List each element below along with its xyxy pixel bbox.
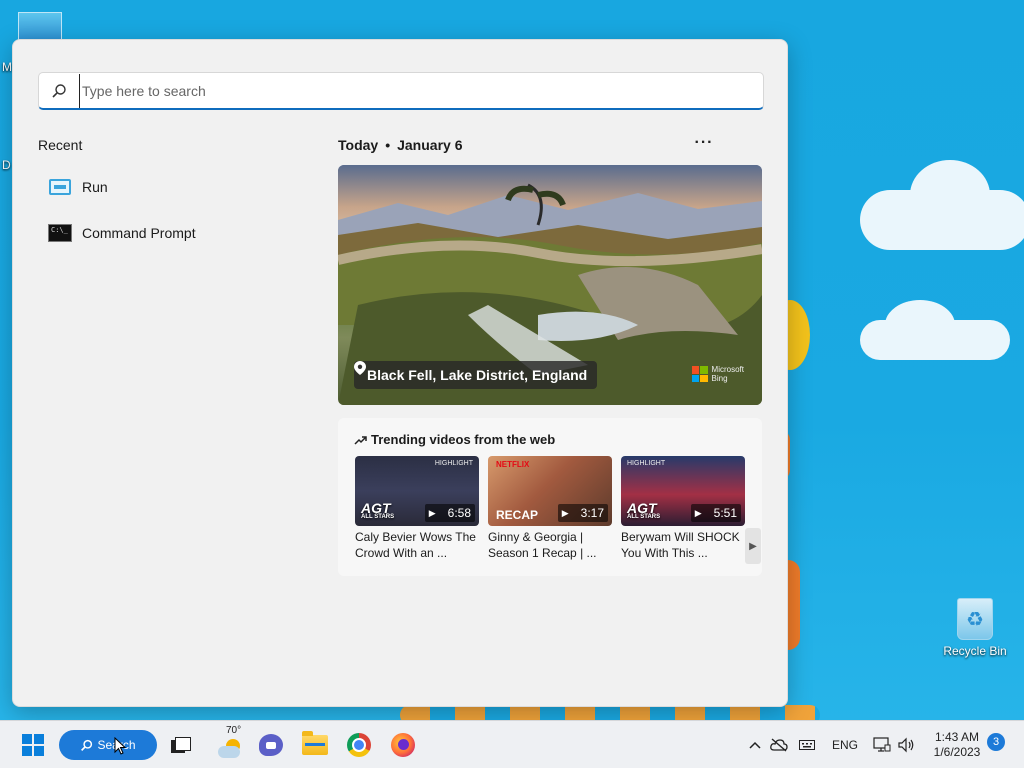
video-caption[interactable]: Berywam Will SHOCK You With This ... [621, 529, 745, 561]
video-thumbnail[interactable]: NETFLIX RECAP ▶ 3:17 [488, 456, 612, 526]
video-caption[interactable]: Ginny & Georgia | Season 1 Recap | ... [488, 529, 612, 561]
network-button[interactable] [870, 725, 894, 765]
video-tag: HIGHLIGHT [434, 460, 473, 467]
recent-item-label: Run [82, 179, 108, 195]
video-tag: HIGHLIGHT [627, 460, 666, 467]
agt-logo: AGT ALL STARS [627, 500, 661, 520]
clock-time: 1:43 AM [934, 730, 980, 744]
search-icon [80, 739, 93, 752]
clock-button[interactable]: 1:43 AM 1/6/2023 [926, 725, 988, 765]
trending-video-item[interactable]: HIGHLIGHT AGT ALL STARS ▶ 5:51 Berywam Wil… [621, 456, 745, 561]
show-hidden-icons-button[interactable] [744, 725, 766, 765]
location-badge[interactable]: Black Fell, Lake District, England [354, 361, 598, 389]
volume-button[interactable] [896, 725, 918, 765]
more-options-button[interactable]: ··· [691, 130, 717, 156]
chat-icon [259, 734, 283, 756]
touch-keyboard-button[interactable] [796, 725, 818, 765]
brand-line: Microsoft [711, 365, 744, 374]
task-view-icon [171, 737, 191, 753]
start-button[interactable] [14, 725, 52, 765]
speaker-icon [898, 737, 914, 753]
recycle-bin-label: Recycle Bin [943, 644, 1007, 658]
partly-cloudy-icon [218, 739, 242, 759]
recent-item-command-prompt[interactable]: C:\_ Command Prompt [38, 213, 298, 253]
search-input[interactable] [79, 73, 763, 108]
folder-icon [302, 731, 328, 755]
search-box[interactable] [38, 72, 764, 110]
chevron-up-icon [749, 741, 761, 749]
onedrive-tray-button[interactable] [768, 725, 790, 765]
location-text: Black Fell, Lake District, England [367, 367, 588, 383]
video-thumbnail[interactable]: HIGHLIGHT AGT ALL STARS ▶ 6:58 [355, 456, 479, 526]
cloud-off-icon [770, 738, 788, 752]
firefox-button[interactable] [388, 725, 418, 765]
scroll-next-button[interactable]: ▶ [745, 528, 761, 564]
task-view-button[interactable] [166, 725, 194, 765]
today-heading: Today • January 6 [338, 137, 463, 153]
wallpaper-cloud [860, 300, 1010, 360]
video-tag: NETFLIX [496, 460, 530, 469]
run-icon [38, 167, 82, 207]
trending-title-text: Trending videos from the web [371, 432, 556, 447]
brand-line: Bing [711, 374, 728, 383]
notification-badge[interactable]: 3 [987, 733, 1005, 751]
input-language-button[interactable]: ENG [830, 725, 860, 765]
taskbar: Search 70° ENG 1:43 AM 1/6/2023 3 [0, 720, 1024, 768]
microsoft-bing-logo: Microsoft Bing [691, 365, 744, 383]
trending-video-item[interactable]: NETFLIX RECAP ▶ 3:17 Ginny & Georgia | Se… [488, 456, 612, 561]
firefox-icon [391, 733, 415, 757]
chat-button[interactable] [256, 725, 286, 765]
recent-section-title: Recent [38, 137, 83, 153]
clock-date: 1/6/2023 [933, 745, 981, 759]
play-icon: ▶ [561, 507, 569, 518]
video-thumbnail[interactable]: HIGHLIGHT AGT ALL STARS ▶ 5:51 [621, 456, 745, 526]
video-caption[interactable]: Caly Bevier Wows The Crowd With an ... [355, 529, 479, 561]
microsoft-logo-icon [691, 366, 708, 382]
agt-logo: AGT ALL STARS [361, 500, 395, 520]
desktop-icon-label-partial: M [2, 60, 12, 74]
video-duration: ▶ 6:58 [424, 504, 475, 522]
recent-item-run[interactable]: Run [38, 167, 298, 207]
command-prompt-icon: C:\_ [38, 213, 82, 253]
date-label: January 6 [397, 137, 463, 153]
recent-item-label: Command Prompt [82, 225, 196, 241]
network-icon [873, 737, 891, 752]
chrome-icon [347, 733, 371, 757]
weather-temperature: 70° [226, 725, 242, 736]
trending-videos-card: Trending videos from the web HIGHLIGHT A… [338, 418, 762, 576]
wallpaper-cloud [860, 160, 1024, 250]
recycle-bin-desktop-icon[interactable]: Recycle Bin [940, 598, 1010, 658]
taskbar-search-button[interactable]: Search [59, 730, 157, 760]
play-icon: ▶ [428, 507, 436, 518]
play-icon: ▶ [694, 507, 702, 518]
file-explorer-button[interactable] [300, 725, 330, 765]
trending-arrow-icon [354, 435, 367, 445]
widgets-weather-button[interactable]: 70° [210, 725, 250, 765]
trending-title: Trending videos from the web [354, 432, 555, 447]
search-icon [39, 73, 79, 109]
desktop-icon-label-partial: D [2, 158, 11, 172]
mouse-cursor-icon [114, 737, 126, 755]
desktop-icon-partial[interactable] [18, 12, 62, 42]
today-label: Today [338, 137, 379, 153]
wallpaper-shape [400, 705, 820, 720]
windows-logo-icon [22, 734, 44, 756]
chrome-button[interactable] [344, 725, 374, 765]
search-panel: Recent Run C:\_ Command Prompt Today•Jan… [12, 39, 788, 707]
video-duration: ▶ 5:51 [690, 504, 741, 522]
trending-video-item[interactable]: HIGHLIGHT AGT ALL STARS ▶ 6:58 Caly Bevier… [355, 456, 479, 561]
keyboard-icon [799, 740, 815, 750]
recycle-bin-icon [957, 598, 993, 640]
chevron-right-icon: ▶ [749, 540, 757, 552]
video-duration: ▶ 3:17 [557, 504, 608, 522]
featured-image-card[interactable]: Black Fell, Lake District, England Micro… [338, 165, 762, 405]
recap-label: RECAP [496, 508, 539, 522]
